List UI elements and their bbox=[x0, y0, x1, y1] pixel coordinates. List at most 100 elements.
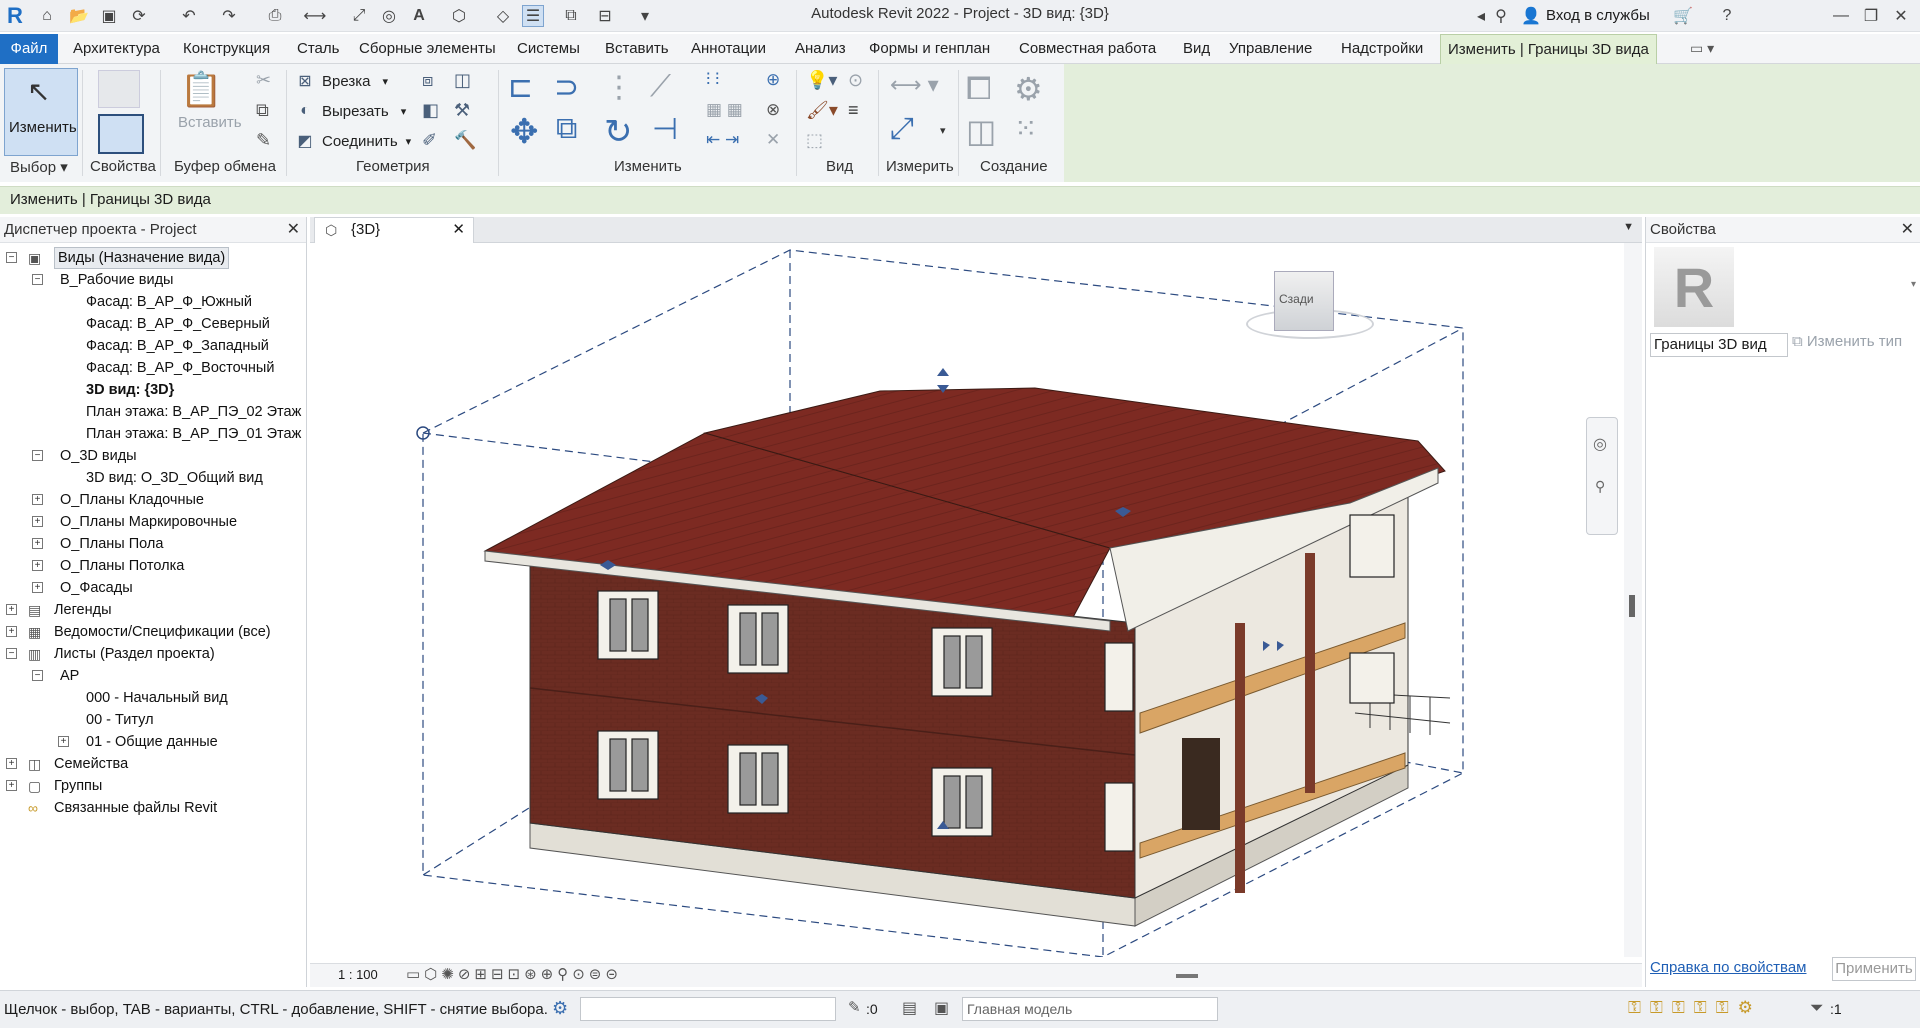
drawing-area[interactable]: Сзади ◎ ⚲ bbox=[310, 243, 1624, 958]
pin-icon[interactable]: ⊕ bbox=[766, 70, 780, 90]
tree-node[interactable]: ∞ Связанные файлы Revit bbox=[0, 797, 306, 819]
minimize-icon[interactable]: — bbox=[1830, 5, 1852, 27]
viewcube-face[interactable]: Сзади bbox=[1274, 271, 1334, 331]
tab-13[interactable]: Надстройки bbox=[1334, 34, 1430, 64]
tree-node[interactable]: + О_Фасады bbox=[0, 577, 306, 599]
tab-7[interactable]: Аннотации bbox=[684, 34, 773, 64]
scroll-thumb[interactable] bbox=[1629, 595, 1635, 617]
tree-node[interactable]: + ▢ Группы bbox=[0, 775, 306, 797]
workset-field[interactable] bbox=[580, 997, 836, 1021]
create-similar-icon[interactable]: ◫ bbox=[966, 112, 996, 150]
collapse-icon[interactable]: − bbox=[6, 252, 17, 263]
unpin-icon[interactable]: ⊗ bbox=[766, 100, 780, 120]
viewcube[interactable]: Сзади bbox=[1246, 271, 1374, 349]
measure-between-icon[interactable]: ⟷ ▾ bbox=[890, 72, 939, 98]
view-scale[interactable]: 1 : 100 bbox=[338, 967, 378, 982]
expand-icon[interactable]: + bbox=[32, 538, 43, 549]
cut-icon[interactable]: ✂ bbox=[256, 70, 271, 91]
lightbulb-icon[interactable]: 💡▾ bbox=[806, 70, 837, 91]
tree-node[interactable]: − АР bbox=[0, 665, 306, 687]
type-selector-arrow[interactable]: ▾ bbox=[1911, 279, 1916, 290]
view-control-icons[interactable]: ▭⬡✺⊘⊞⊟⊡⊛⊕⚲⊙⊜⊝ bbox=[406, 965, 622, 983]
expand-icon[interactable]: + bbox=[6, 604, 17, 615]
type-selector[interactable]: Границы 3D вид bbox=[1650, 333, 1788, 357]
tab-6[interactable]: Вставить bbox=[598, 34, 676, 64]
tree-node[interactable]: Фасад: В_АР_Ф_Южный bbox=[0, 291, 306, 313]
expand-icon[interactable]: + bbox=[32, 560, 43, 571]
tab-8[interactable]: Анализ bbox=[788, 34, 853, 64]
model-icon[interactable]: ▣ bbox=[934, 998, 949, 1018]
vertical-scrollbar[interactable] bbox=[1624, 243, 1642, 957]
type-properties-icon[interactable] bbox=[98, 70, 140, 108]
tree-node[interactable]: + О_Планы Кладочные bbox=[0, 489, 306, 511]
binoculars-icon[interactable]: ⚲ bbox=[1490, 5, 1512, 27]
create-parts-icon[interactable]: ⚙ bbox=[1014, 70, 1043, 108]
signin-label[interactable]: Вход в службы bbox=[1546, 7, 1650, 24]
group-label-select[interactable]: Выбор ▾ bbox=[10, 158, 68, 176]
tab-3[interactable]: Сталь bbox=[290, 34, 346, 64]
trim-icon[interactable]: ⊣ bbox=[652, 112, 678, 147]
tree-node[interactable]: 3D вид: {3D} bbox=[0, 379, 306, 401]
apply-button[interactable]: Применить bbox=[1832, 957, 1916, 981]
tab-10[interactable]: Совместная работа bbox=[1012, 34, 1163, 64]
tab-file[interactable]: Файл bbox=[0, 34, 58, 64]
copy-icon[interactable]: ⧉ bbox=[256, 100, 269, 121]
search-help-icon[interactable]: ◂ bbox=[1470, 5, 1492, 27]
tree-node[interactable]: − В_Рабочие виды bbox=[0, 269, 306, 291]
tab-9[interactable]: Формы и генплан bbox=[862, 34, 997, 64]
paint-icon[interactable]: ◧ bbox=[422, 100, 439, 121]
collapse-icon[interactable]: − bbox=[6, 648, 17, 659]
filter-icon[interactable]: ⏷ bbox=[1810, 998, 1824, 1018]
tree-node[interactable]: − О_3D виды bbox=[0, 445, 306, 467]
user-icon[interactable]: 👤 bbox=[1520, 5, 1542, 27]
match-properties-icon[interactable]: ✎ bbox=[256, 130, 271, 151]
delete-icon[interactable]: ✕ bbox=[766, 130, 780, 150]
close-tab-icon[interactable]: ✕ bbox=[452, 218, 465, 242]
hide-icon[interactable]: ⊙ bbox=[848, 70, 863, 91]
align-icon[interactable]: ⊏ bbox=[508, 70, 533, 105]
tab-4[interactable]: Сборные элементы bbox=[352, 34, 503, 64]
tab-2[interactable]: Конструкция bbox=[176, 34, 277, 64]
split-face-icon[interactable]: ◫ bbox=[454, 70, 471, 91]
wall-joins-icon[interactable]: ⧈ bbox=[422, 70, 433, 91]
offset-icon[interactable]: ⊃ bbox=[554, 70, 579, 105]
expand-icon[interactable]: + bbox=[32, 582, 43, 593]
tree-node[interactable]: 00 - Титул bbox=[0, 709, 306, 731]
create-group-icon[interactable]: ⁙ bbox=[1014, 112, 1037, 145]
split-icon[interactable]: ⫶ ⫶ bbox=[706, 70, 719, 90]
tree-node[interactable]: 000 - Начальный вид bbox=[0, 687, 306, 709]
tab-1[interactable]: Архитектура bbox=[66, 34, 167, 64]
tree-node[interactable]: + ▤ Легенды bbox=[0, 599, 306, 621]
view-tab-3d[interactable]: ⬡ {3D} ✕ bbox=[314, 217, 474, 243]
tab-11[interactable]: Вид bbox=[1176, 34, 1217, 64]
editable-icon[interactable]: ✎ bbox=[848, 998, 861, 1016]
override-brush-icon[interactable]: 🖌▾ bbox=[806, 100, 838, 121]
expand-icon[interactable]: + bbox=[6, 626, 17, 637]
demolish-icon[interactable]: ⚒ bbox=[454, 100, 470, 121]
workset-icon[interactable]: ⚙ bbox=[552, 998, 568, 1019]
hammer-icon[interactable]: 🔨 bbox=[454, 130, 476, 151]
help-icon[interactable]: ? bbox=[1716, 5, 1738, 27]
rotate-icon[interactable]: ↻ bbox=[604, 112, 633, 152]
tree-node[interactable]: План этажа: В_АР_ПЭ_01 Этаж bbox=[0, 423, 306, 445]
expand-icon[interactable]: + bbox=[32, 494, 43, 505]
tree-node[interactable]: + О_Планы Пола bbox=[0, 533, 306, 555]
linework-icon[interactable]: ≡ bbox=[848, 100, 859, 121]
properties-icon[interactable] bbox=[98, 114, 144, 154]
tree-node[interactable]: + ◫ Семейства bbox=[0, 753, 306, 775]
tree-node[interactable]: Фасад: В_АР_Ф_Северный bbox=[0, 313, 306, 335]
tab-modify-3d-extents[interactable]: Изменить | Границы 3D вида bbox=[1440, 34, 1657, 64]
expand-icon[interactable]: + bbox=[6, 780, 17, 791]
tab-12[interactable]: Управление bbox=[1222, 34, 1319, 64]
create-assembly-icon[interactable]: ⧠ bbox=[966, 70, 992, 108]
zoom-icon[interactable]: ⚲ bbox=[1595, 478, 1605, 495]
paste-icon[interactable]: 📋 bbox=[180, 70, 222, 110]
mirror-axis-icon[interactable]: ⋮ bbox=[604, 70, 634, 105]
tab-5[interactable]: Системы bbox=[510, 34, 587, 64]
array-icon[interactable]: ▦ ▦ bbox=[706, 100, 743, 120]
steering-wheel-icon[interactable]: ◎ bbox=[1593, 434, 1607, 454]
selection-options-icons[interactable]: ⚿⚿⚿⚿⚿⚙ bbox=[1628, 998, 1762, 1018]
tree-node[interactable]: Фасад: В_АР_Ф_Восточный bbox=[0, 357, 306, 379]
move-icon[interactable]: ✥ bbox=[510, 112, 539, 152]
join-button[interactable]: ◩ Соединить ▾ bbox=[294, 130, 411, 152]
